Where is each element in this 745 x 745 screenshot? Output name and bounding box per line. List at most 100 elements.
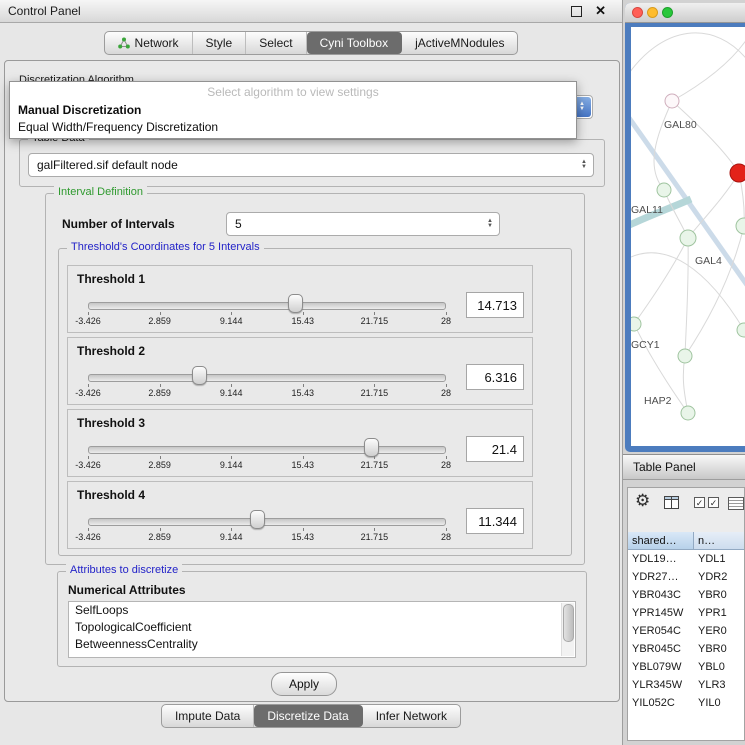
cell-name: YLR3: [698, 676, 726, 694]
network-edge[interactable]: [672, 101, 739, 173]
network-node[interactable]: [657, 183, 671, 197]
tab-style[interactable]: Style: [193, 32, 247, 54]
network-edge[interactable]: [685, 238, 688, 356]
network-node[interactable]: [737, 323, 745, 337]
slider-ticks: -3.4262.8599.14415.4321.71528: [88, 528, 446, 544]
tab-discretize-data[interactable]: Discretize Data: [254, 705, 362, 727]
column-header-name[interactable]: n…: [694, 532, 744, 550]
tick-label: 28: [441, 532, 451, 542]
close-icon[interactable]: ✕: [595, 3, 606, 19]
table-row[interactable]: YLR345W YLR3: [628, 676, 744, 694]
network-edge[interactable]: [685, 226, 744, 356]
network-edge[interactable]: [688, 173, 739, 238]
mac-close-icon[interactable]: [632, 7, 643, 18]
threshold-slider[interactable]: -3.4262.8599.14415.4321.71528: [88, 436, 446, 474]
threshold-slider[interactable]: -3.4262.8599.14415.4321.71528: [88, 364, 446, 402]
columns-icon[interactable]: [664, 496, 679, 509]
tick-mark: [88, 456, 89, 459]
tab-infer-network[interactable]: Infer Network: [363, 705, 460, 727]
threshold-value-field[interactable]: 14.713: [466, 292, 524, 318]
column-header-shared-name[interactable]: shared…: [628, 532, 694, 550]
slider-thumb[interactable]: [192, 366, 207, 385]
rows-icon[interactable]: [728, 497, 744, 510]
network-edge[interactable]: [634, 238, 688, 324]
threshold-value-field[interactable]: 6.316: [466, 364, 524, 390]
tab-network[interactable]: Network: [105, 32, 193, 54]
table-row[interactable]: YBR045CYBR0: [628, 640, 744, 658]
network-canvas[interactable]: GAL80GAL11GAL4GCY1HAP2: [631, 27, 745, 446]
dropdown-option-equal-width-frequency[interactable]: Equal Width/Frequency Discretization: [10, 119, 576, 136]
number-of-intervals-label: Number of Intervals: [62, 217, 175, 231]
numerical-attributes-list[interactable]: SelfLoops TopologicalCoefficient Between…: [68, 601, 576, 658]
scrollbar-thumb[interactable]: [563, 604, 574, 642]
tab-label: Cyni Toolbox: [320, 36, 388, 50]
table-panel-window: ⚙ ✓ ✓ shared… n… YDL19…YDL1YDR27…YDR2YBR…: [627, 487, 745, 741]
table-row[interactable]: YDR27…YDR2: [628, 568, 744, 586]
table-body: YDL19…YDL1YDR27…YDR2YBR043CYBR0YPR145WYP…: [628, 550, 744, 740]
checkbox-all-icon[interactable]: ✓: [694, 497, 705, 508]
network-edge[interactable]: [672, 39, 745, 101]
network-node[interactable]: [680, 230, 696, 246]
table-row[interactable]: YIL052CYIL0: [628, 694, 744, 712]
list-item[interactable]: BetweennessCentrality: [69, 636, 575, 653]
gear-icon[interactable]: ⚙: [635, 491, 650, 511]
network-node[interactable]: [631, 317, 641, 331]
list-item[interactable]: TopologicalCoefficient: [69, 619, 575, 636]
threshold-slider[interactable]: -3.4262.8599.14415.4321.71528: [88, 292, 446, 330]
tick-mark: [231, 528, 232, 531]
threshold-slider[interactable]: -3.4262.8599.14415.4321.71528: [88, 508, 446, 546]
network-node[interactable]: [736, 218, 745, 234]
threshold-value-field[interactable]: 21.4: [466, 436, 524, 462]
number-of-intervals-combobox[interactable]: 5 ▲ ▼: [226, 212, 500, 236]
slider-track[interactable]: [88, 302, 446, 310]
tick-label: 15.43: [292, 532, 315, 542]
cell-shared-name: YLR345W: [632, 676, 692, 694]
slider-track[interactable]: [88, 518, 446, 526]
tick-label: 15.43: [292, 388, 315, 398]
network-node[interactable]: [678, 349, 692, 363]
slider-thumb[interactable]: [364, 438, 379, 457]
network-node[interactable]: [681, 406, 695, 420]
table-row[interactable]: YPR145WYPR1: [628, 604, 744, 622]
table-row[interactable]: YBR043CYBR0: [628, 586, 744, 604]
tab-impute-data[interactable]: Impute Data: [162, 705, 254, 727]
mac-minimize-icon[interactable]: [647, 7, 658, 18]
tab-cyni-toolbox[interactable]: Cyni Toolbox: [307, 32, 402, 54]
table-row[interactable]: YBL079WYBL0: [628, 658, 744, 676]
network-node[interactable]: [665, 94, 679, 108]
tab-jactivemnodules[interactable]: jActiveMNodules: [402, 32, 517, 54]
network-edge[interactable]: [683, 356, 688, 413]
list-item[interactable]: SelfLoops: [69, 602, 575, 619]
network-node-selected[interactable]: [730, 164, 745, 182]
slider-thumb[interactable]: [288, 294, 303, 313]
network-node-label: GAL4: [695, 255, 722, 267]
apply-button[interactable]: Apply: [271, 672, 337, 696]
tick-label: 21.715: [361, 388, 389, 398]
threshold-value-field[interactable]: 11.344: [466, 508, 524, 534]
list-scrollbar[interactable]: [561, 603, 574, 656]
checkbox-select-icon[interactable]: ✓: [708, 497, 719, 508]
slider-track[interactable]: [88, 446, 446, 454]
network-canvas-svg[interactable]: GAL80GAL11GAL4GCY1HAP2: [631, 27, 745, 446]
tab-select[interactable]: Select: [246, 32, 306, 54]
float-icon[interactable]: [571, 6, 582, 17]
tick-label: 9.144: [220, 460, 243, 470]
slider-track[interactable]: [88, 374, 446, 382]
tick-mark: [303, 528, 304, 531]
slider-thumb[interactable]: [250, 510, 265, 529]
tab-label: Discretize Data: [267, 709, 348, 723]
table-row[interactable]: YDL19…YDL1: [628, 550, 744, 568]
mac-zoom-icon[interactable]: [662, 7, 673, 18]
table-row[interactable]: YER054CYER0: [628, 622, 744, 640]
thresholds-group: Threshold's Coordinates for 5 Intervals …: [58, 248, 572, 556]
network-edge[interactable]: [631, 33, 745, 82]
tick-label: 21.715: [361, 460, 389, 470]
tick-label: 2.859: [148, 316, 171, 326]
table-panel-title: Table Panel: [633, 460, 696, 474]
dropdown-option-manual-discretization[interactable]: Manual Discretization: [10, 102, 576, 119]
tick-mark: [88, 384, 89, 387]
combo-arrows-icon: ▲ ▼: [581, 160, 587, 170]
dropdown-placeholder: Select algorithm to view settings: [10, 82, 576, 102]
tick-mark: [231, 456, 232, 459]
table-data-combobox[interactable]: galFiltered.sif default node ▲ ▼: [28, 153, 594, 177]
